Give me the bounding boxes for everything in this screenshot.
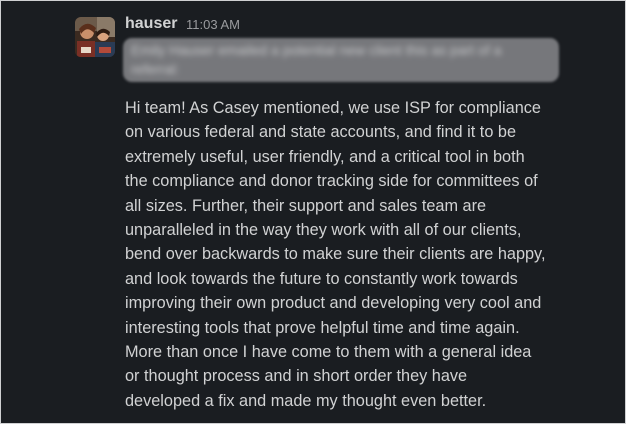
chat-window: hauser 11:03 AM Emily Hauser emailed a p…: [0, 0, 626, 424]
message-line: or thought process and in short order th…: [125, 367, 468, 386]
message-line: improving their own product and developi…: [125, 294, 542, 313]
message-line: unparalleled in the way they work with a…: [125, 221, 522, 240]
message-line: extremely useful, user friendly, and a c…: [125, 147, 525, 166]
avatar-photo-icon: [75, 17, 115, 57]
chat-message: hauser 11:03 AM Emily Hauser emailed a p…: [1, 1, 625, 423]
redacted-intro-text: Emily Hauser emailed a potential new cli…: [123, 38, 559, 82]
message-author[interactable]: hauser: [125, 14, 177, 34]
message-timestamp[interactable]: 11:03 AM: [186, 17, 240, 33]
redacted-intro-content: Emily Hauser emailed a potential new cli…: [131, 42, 502, 77]
message-line: developed a fix and made my thought even…: [125, 391, 487, 410]
message-line: Hi team! As Casey mentioned, we use ISP …: [125, 99, 541, 117]
avatar[interactable]: [75, 17, 115, 57]
message-line: all sizes. Further, their support and sa…: [125, 196, 487, 215]
message-body: Hi team! As Casey mentioned, we use ISP …: [125, 96, 603, 413]
message-line: More than once I have come to them with …: [125, 343, 532, 362]
message-line: the compliance and donor tracking side f…: [125, 172, 538, 191]
message-line: bend over backwards to make sure their c…: [125, 245, 546, 264]
message-line: interesting tools that prove helpful tim…: [125, 318, 520, 337]
message-line: on various federal and state accounts, a…: [125, 123, 517, 142]
message-line: and look towards the future to constantl…: [125, 269, 518, 288]
